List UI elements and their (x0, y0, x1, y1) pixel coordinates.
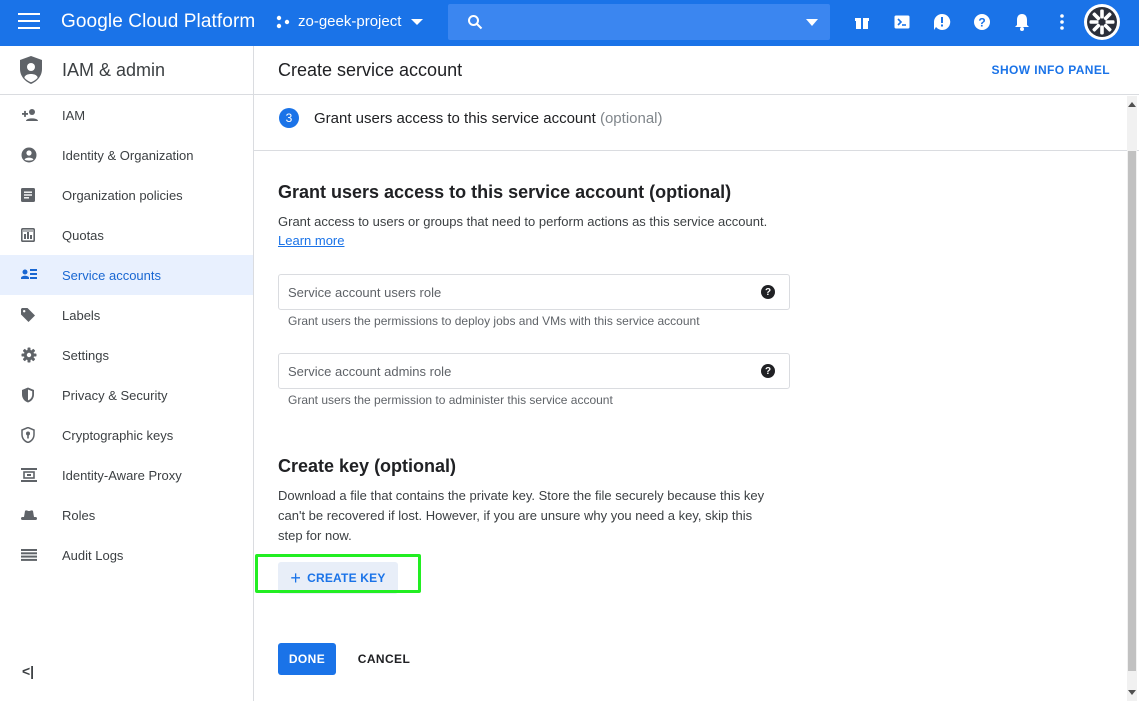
account-badge-icon (1087, 7, 1117, 37)
person-add-icon (22, 109, 38, 121)
sidebar-title: IAM & admin (62, 59, 166, 80)
help-icon[interactable]: ? (972, 12, 992, 32)
create-key-heading: Create key (optional) (278, 456, 457, 476)
field-placeholder: Service account admins role (288, 364, 452, 379)
grant-heading: Grant users access to this service accou… (278, 182, 732, 202)
step-label: Grant users access to this service accou… (314, 110, 663, 127)
create-key-description: Download a file that contains the privat… (278, 488, 765, 543)
cancel-button[interactable]: CANCEL (349, 643, 419, 675)
avatar[interactable] (1084, 4, 1120, 40)
account-circle-icon (21, 147, 37, 163)
sidebar-item-label: Organization policies (62, 187, 183, 203)
step-number-badge: 3 (279, 108, 299, 128)
sidebar-header: IAM & admin (0, 46, 253, 95)
feedback-icon[interactable] (932, 12, 952, 32)
project-dots-icon (276, 15, 290, 28)
done-button[interactable]: DONE (278, 643, 336, 675)
stepper-step-3[interactable]: 3 Grant users access to this service acc… (254, 95, 1139, 151)
notifications-bell-icon[interactable] (1012, 12, 1032, 32)
cloud-shell-icon[interactable] (892, 12, 912, 32)
sidebar-item-label: Identity & Organization (62, 147, 194, 163)
service-account-users-role-field[interactable]: Service account users role ? (278, 274, 790, 310)
project-selector[interactable]: zo-geek-project (275, 13, 424, 30)
sidebar-item-label: IAM (62, 107, 86, 123)
sidebar-item-privacy-security[interactable]: Privacy & Security (0, 375, 253, 415)
more-vert-icon[interactable] (1052, 12, 1072, 32)
label-tag-icon (21, 308, 35, 322)
sidebar-item-organization-policies[interactable]: Organization policies (0, 175, 253, 215)
scrollbar[interactable] (1127, 96, 1137, 701)
scroll-up-arrow-icon[interactable] (1128, 102, 1136, 107)
sidebar: IAM & admin IAM Identity & Organization … (0, 46, 254, 701)
users-role-hint: Grant users the permissions to deploy jo… (288, 314, 700, 328)
sidebar-item-label: Roles (62, 507, 96, 523)
scrollbar-thumb[interactable] (1128, 151, 1136, 671)
chevron-down-icon (411, 18, 424, 25)
proxy-icon (21, 468, 37, 482)
gift-icon[interactable] (852, 12, 872, 32)
sidebar-item-label: Audit Logs (62, 547, 124, 563)
service-account-admins-role-field[interactable]: Service account admins role ? (278, 353, 790, 389)
learn-more-link[interactable]: Learn more (278, 233, 344, 248)
shield-icon (22, 387, 34, 403)
field-placeholder: Service account users role (288, 285, 442, 300)
sidebar-item-label: Cryptographic keys (62, 427, 174, 443)
sidebar-item-label: Labels (62, 307, 101, 323)
hat-icon (21, 510, 37, 520)
scroll-down-arrow-icon[interactable] (1128, 690, 1136, 695)
collapse-sidebar-button[interactable]: <| (22, 663, 34, 679)
page-title: Create service account (278, 60, 463, 80)
policy-document-icon (21, 188, 35, 202)
iam-shield-icon (20, 56, 42, 84)
admins-role-hint: Grant users the permission to administer… (288, 393, 613, 407)
project-name: zo-geek-project (298, 13, 402, 30)
search-input[interactable] (448, 4, 830, 40)
menu-icon[interactable] (18, 13, 40, 33)
service-account-icon (21, 269, 37, 279)
brand-title[interactable]: Google Cloud Platform (61, 11, 255, 33)
key-shield-icon (21, 427, 35, 443)
top-bar: Google Cloud Platform zo-geek-project ? (0, 0, 1139, 46)
sidebar-item-iam[interactable]: IAM (0, 95, 253, 135)
main-content: Create service account SHOW INFO PANEL 3… (254, 46, 1139, 701)
sidebar-item-identity-organization[interactable]: Identity & Organization (0, 135, 253, 175)
help-icon[interactable]: ? (761, 285, 775, 299)
search-icon (468, 15, 483, 30)
step-optional-tag: (optional) (599, 110, 663, 127)
sidebar-item-labels[interactable]: Labels (0, 295, 253, 335)
sidebar-item-settings[interactable]: Settings (0, 335, 253, 375)
sidebar-item-quotas[interactable]: Quotas (0, 215, 253, 255)
sidebar-item-label: Settings (62, 347, 109, 363)
highlight-box (255, 554, 421, 593)
step-title: Grant users access to this service accou… (314, 110, 596, 127)
sidebar-item-roles[interactable]: Roles (0, 495, 253, 535)
show-info-panel-button[interactable]: SHOW INFO PANEL (992, 63, 1110, 77)
quota-icon (21, 228, 35, 242)
sidebar-item-label: Quotas (62, 227, 104, 243)
svg-text:?: ? (978, 16, 985, 30)
sidebar-item-label: Identity-Aware Proxy (62, 467, 182, 483)
gear-icon (21, 347, 37, 363)
sidebar-item-audit-logs[interactable]: Audit Logs (0, 535, 253, 575)
page-header: Create service account SHOW INFO PANEL (254, 46, 1139, 95)
search-dropdown-icon[interactable] (806, 19, 818, 26)
list-icon (21, 549, 37, 561)
help-icon[interactable]: ? (761, 364, 775, 378)
sidebar-item-label: Service accounts (62, 267, 161, 283)
grant-description: Grant access to users or groups that nee… (278, 214, 768, 229)
sidebar-item-identity-aware-proxy[interactable]: Identity-Aware Proxy (0, 455, 253, 495)
sidebar-item-cryptographic-keys[interactable]: Cryptographic keys (0, 415, 253, 455)
sidebar-item-label: Privacy & Security (62, 387, 168, 403)
sidebar-item-service-accounts[interactable]: Service accounts (0, 255, 253, 295)
